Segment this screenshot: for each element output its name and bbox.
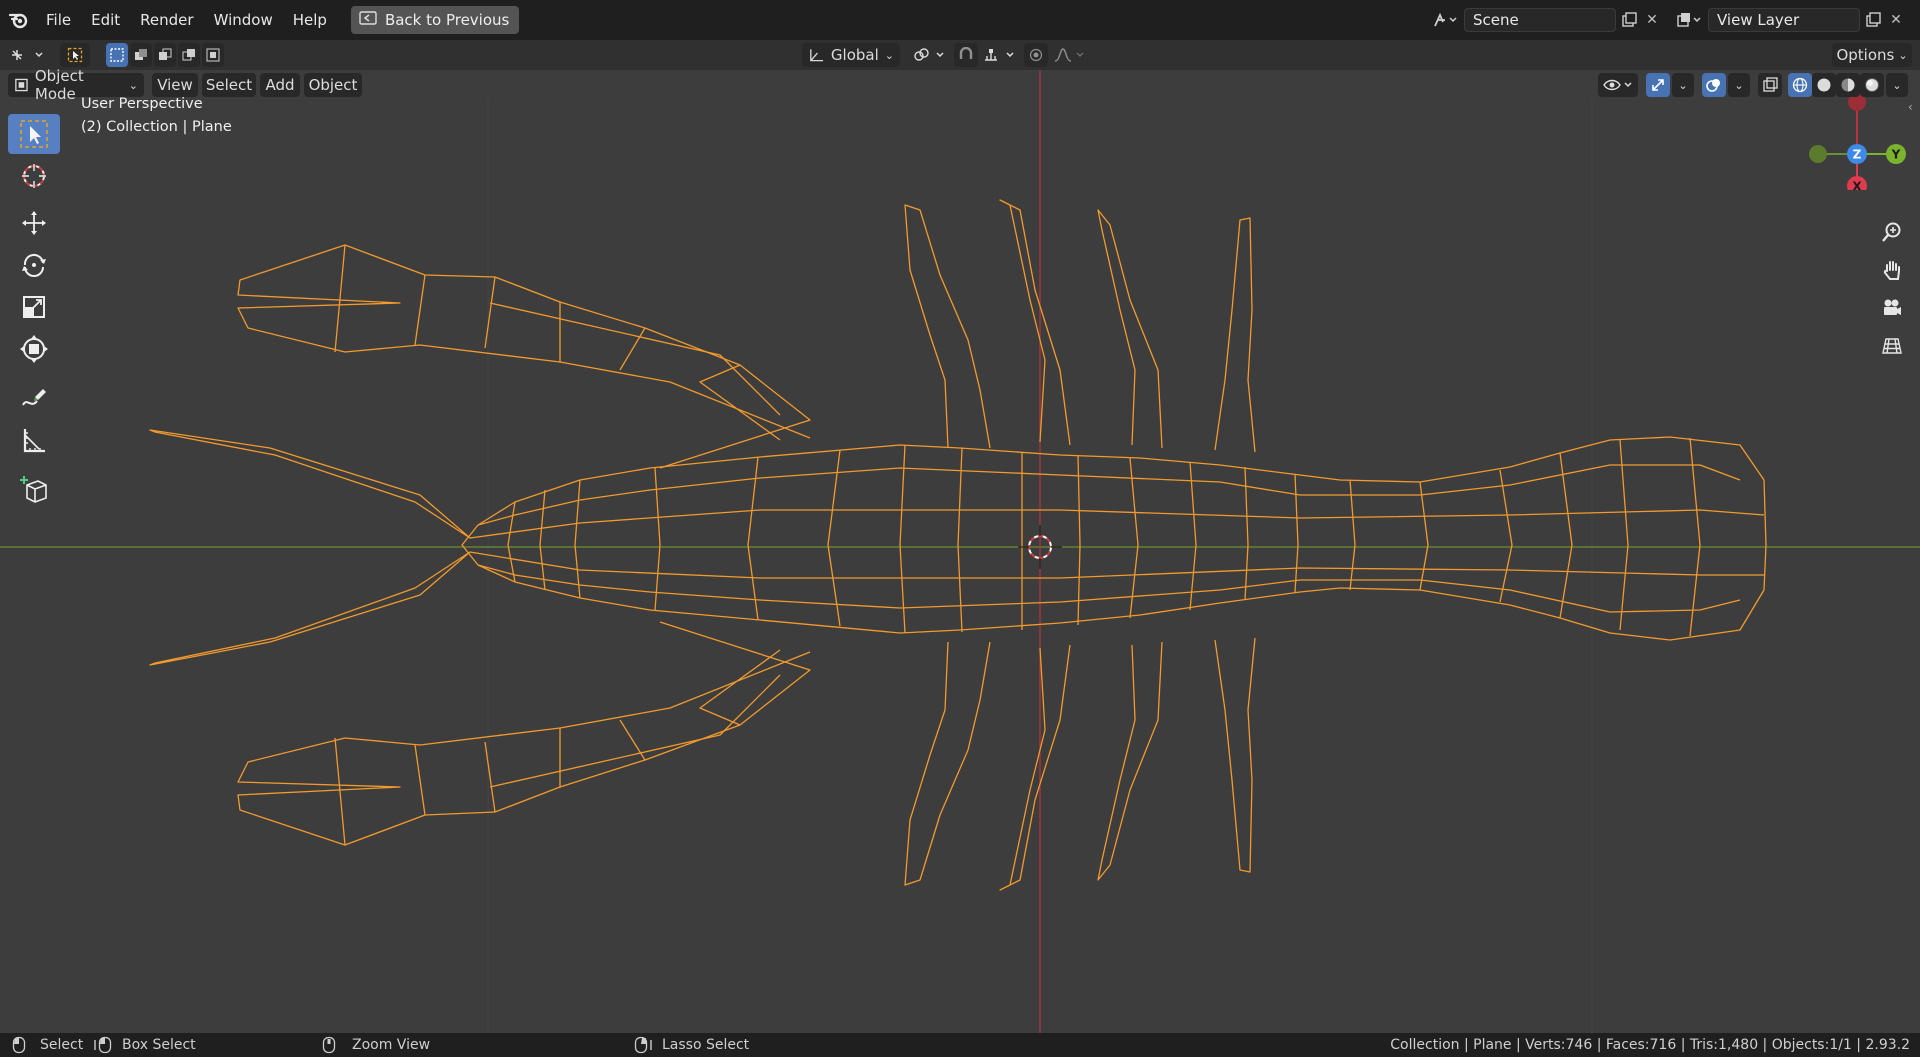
top-menu-bar: File Edit Render Window Help Back to Pre… xyxy=(0,0,1920,40)
status-select-hint: Select xyxy=(40,1037,84,1053)
wireframe-shading-icon[interactable] xyxy=(1788,73,1812,97)
gizmo-y-label: Y xyxy=(1891,148,1901,162)
chevron-down-icon: ⌄ xyxy=(1898,48,1908,62)
lobster-mesh xyxy=(149,199,1767,891)
select-mode-new-icon[interactable] xyxy=(106,43,128,67)
move-icon[interactable] xyxy=(8,203,60,243)
select-mode-intersect-icon[interactable] xyxy=(202,43,224,67)
menu-window[interactable]: Window xyxy=(204,6,283,34)
view-menu[interactable]: View xyxy=(152,73,198,97)
viewport-header: Object Mode ⌄ View Select Add Object ⌄ ⌄… xyxy=(0,67,1920,103)
gizmo-z-label: Z xyxy=(1853,148,1862,162)
grid-icon[interactable] xyxy=(1876,330,1908,362)
object-menu[interactable]: Object xyxy=(304,73,362,97)
orientation-icon xyxy=(810,49,824,62)
tool-settings-header: Global ⌄ Options ⌄ xyxy=(0,40,1920,70)
status-lasso-select-hint: Lasso Select xyxy=(662,1037,750,1053)
select-mode-extend-icon[interactable] xyxy=(130,43,152,67)
back-to-previous-button[interactable]: Back to Previous xyxy=(350,6,520,34)
chevron-down-icon: ⌄ xyxy=(128,78,138,92)
mode-dropdown[interactable]: Object Mode ⌄ xyxy=(8,67,144,103)
overlays-toggle-icon[interactable] xyxy=(1702,73,1726,97)
mouse-left-icon xyxy=(12,1033,26,1057)
editor-type-icon[interactable] xyxy=(6,43,48,67)
gizmo-dropdown-icon[interactable]: ⌄ xyxy=(1672,73,1694,97)
gizmo-x-label: X xyxy=(1852,180,1862,191)
snap-target-icon[interactable] xyxy=(980,43,1020,67)
mouse-middle-icon xyxy=(322,1033,336,1057)
add-menu[interactable]: Add xyxy=(260,73,300,97)
status-box-select-hint: Box Select xyxy=(122,1037,196,1053)
mouse-right-drag-icon xyxy=(632,1033,654,1057)
select-mode-invert-icon[interactable] xyxy=(178,43,200,67)
transform-orientation-dropdown[interactable]: Global ⌄ xyxy=(802,43,900,67)
options-label: Options xyxy=(1836,46,1895,64)
snap-toggle-icon[interactable] xyxy=(954,43,978,67)
delete-view-layer-icon[interactable]: ✕ xyxy=(1884,8,1908,32)
scene-browse-icon[interactable] xyxy=(1428,8,1462,32)
add-cube-icon[interactable] xyxy=(8,469,60,509)
measure-icon[interactable] xyxy=(8,420,60,460)
select-tool-mode-icon[interactable] xyxy=(60,43,90,67)
3d-cursor-icon[interactable] xyxy=(8,156,60,196)
active-collection-label: (2) Collection | Plane xyxy=(81,119,232,135)
camera-icon[interactable] xyxy=(1876,292,1908,324)
solid-shading-icon[interactable] xyxy=(1812,73,1836,97)
scene-statistics: Collection | Plane | Verts:746 | Faces:7… xyxy=(1390,1037,1910,1053)
rotate-icon[interactable] xyxy=(8,245,60,285)
hand-icon[interactable] xyxy=(1876,254,1908,286)
view-layer-browse-icon[interactable] xyxy=(1672,8,1706,32)
menu-edit[interactable]: Edit xyxy=(81,6,130,34)
gizmo-toggle-icon[interactable] xyxy=(1646,73,1670,97)
mode-label: Object Mode xyxy=(34,67,84,103)
status-bar: Select Box Select Zoom View Lasso Select… xyxy=(0,1033,1920,1057)
view-layer-field[interactable]: View Layer xyxy=(1708,8,1860,32)
chevron-down-icon: ⌄ xyxy=(884,48,894,62)
xray-toggle-icon[interactable] xyxy=(1758,73,1782,97)
scale-icon[interactable] xyxy=(8,287,60,327)
material-shading-icon[interactable] xyxy=(1836,73,1860,97)
rendered-shading-icon[interactable] xyxy=(1860,73,1884,97)
select-mode-subtract-icon[interactable] xyxy=(154,43,176,67)
menu-render[interactable]: Render xyxy=(130,6,203,34)
3d-viewport[interactable]: User Perspective (2) Collection | Plane … xyxy=(0,70,1920,1033)
scene-name-field[interactable]: Scene xyxy=(1464,8,1616,32)
transform-icon[interactable] xyxy=(8,329,60,369)
wireframe-mesh xyxy=(0,70,1920,1033)
cursor-select-icon[interactable] xyxy=(8,114,60,154)
menu-file[interactable]: File xyxy=(36,6,81,34)
proportional-edit-icon[interactable] xyxy=(1024,43,1048,67)
menu-help[interactable]: Help xyxy=(283,6,337,34)
select-menu[interactable]: Select xyxy=(202,73,256,97)
falloff-icon[interactable] xyxy=(1050,43,1090,67)
overlays-dropdown-icon[interactable]: ⌄ xyxy=(1728,73,1750,97)
status-zoom-view-hint: Zoom View xyxy=(352,1037,431,1053)
gizmo-neg-y-handle[interactable] xyxy=(1809,145,1827,163)
shading-dropdown-icon[interactable]: ⌄ xyxy=(1886,73,1908,97)
delete-scene-icon[interactable]: ✕ xyxy=(1640,8,1664,32)
annotate-icon[interactable] xyxy=(8,378,60,418)
new-scene-icon[interactable] xyxy=(1615,8,1643,32)
pivot-point-icon[interactable] xyxy=(910,43,950,67)
transform-orientation-value: Global xyxy=(830,46,879,64)
sidebar-toggle-icon[interactable]: ‹ xyxy=(1908,100,1913,114)
mouse-drag-icon xyxy=(92,1033,114,1057)
back-to-previous-label: Back to Previous xyxy=(384,11,510,29)
visibility-icon[interactable] xyxy=(1598,73,1638,97)
navigation-gizmo[interactable]: Y X Z xyxy=(1800,90,1912,190)
back-icon xyxy=(359,11,377,29)
zoom-icon[interactable] xyxy=(1876,216,1908,248)
new-view-layer-icon[interactable] xyxy=(1859,8,1887,32)
options-dropdown[interactable]: Options ⌄ xyxy=(1832,43,1912,67)
blender-icon[interactable] xyxy=(0,0,36,40)
object-mode-icon xyxy=(15,78,28,92)
